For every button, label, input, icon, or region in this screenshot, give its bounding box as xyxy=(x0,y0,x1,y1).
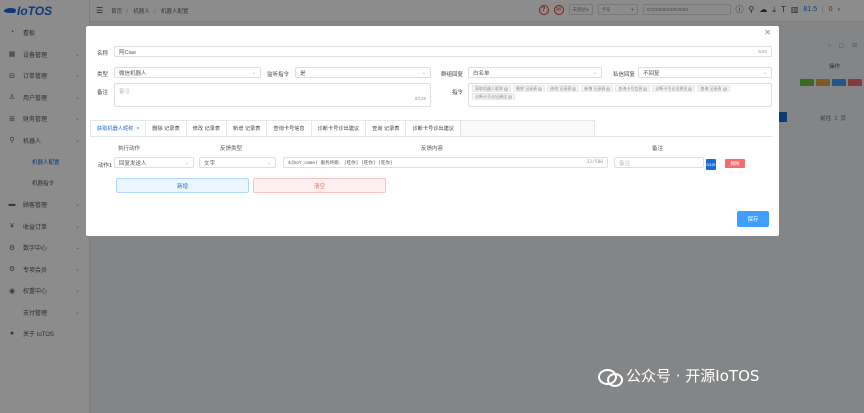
type-select[interactable]: 微信机器人 ⌄ xyxy=(114,67,261,78)
tag-close-icon[interactable]: × xyxy=(643,86,648,91)
type-label: 类型 xyxy=(96,72,108,78)
col-remark-header: 备注 xyxy=(652,146,664,152)
name-field[interactable]: 阿Ciao 5/20 xyxy=(114,46,772,57)
name-value: 阿Ciao xyxy=(119,49,136,56)
tag-close-icon[interactable]: × xyxy=(722,86,727,91)
tag-close-icon[interactable]: × xyxy=(504,86,508,91)
remark-label: 备注 xyxy=(96,90,108,96)
command-tag[interactable]: 诊断卡号诊出建议 × xyxy=(652,85,696,92)
group-reply-label: 群组回复 xyxy=(440,72,463,78)
action-tab[interactable]: 查询 记录表 xyxy=(366,121,407,136)
chevron-down-icon: ⌄ xyxy=(421,69,426,76)
col-reply-type-header: 反馈类型 xyxy=(220,146,243,152)
action-tabs: 获取机器人昵称 × 删除 记录表 修改 记录表 新增 记录表 查询卡号信息 诊断卡号诊出建议… xyxy=(90,120,595,136)
delete-action-button[interactable]: 删除 xyxy=(725,159,745,168)
command-label: 指令 xyxy=(451,90,463,96)
save-button[interactable]: 保存 xyxy=(737,211,769,227)
command-tag[interactable]: 删除 记录表 × xyxy=(513,85,546,92)
name-count: 5/20 xyxy=(758,49,767,54)
tag-close-icon[interactable]: × xyxy=(688,86,693,91)
close-icon[interactable]: ✕ xyxy=(764,28,771,37)
listen-label: 监听指令 xyxy=(266,72,289,78)
tag-close-icon[interactable]: × xyxy=(508,94,512,99)
col-reply-content-header: 反馈内容 xyxy=(421,146,444,152)
chevron-down-icon: ⌄ xyxy=(762,69,767,76)
wechat-icon xyxy=(598,367,623,387)
private-reply-select[interactable]: 不回复 ⌄ xyxy=(638,67,772,78)
col-exec-header: 执行动作 xyxy=(118,146,141,152)
remark-textarea[interactable]: 备注 0/125 xyxy=(114,83,431,107)
command-tag[interactable]: 查询 记录表 × xyxy=(697,85,730,92)
reply-type-select[interactable]: 文字 ⌄ xyxy=(199,157,276,168)
tag-close-icon[interactable]: × xyxy=(606,86,611,91)
group-reply-select[interactable]: 白名单 ⌄ xyxy=(468,67,602,78)
private-reply-label: 私信回复 xyxy=(612,72,635,78)
action-row-label: 动作1 xyxy=(97,163,112,169)
row-remark-count: 0/125 xyxy=(706,159,716,170)
robot-config-dialog: ✕ 名称 阿Ciao 5/20 类型 微信机器人 ⌄ 监听指令 是 ⌄ 群组回复 白… xyxy=(86,26,779,236)
row-remark-field[interactable]: 备注 xyxy=(614,157,704,168)
action-tab[interactable]: 修改 记录表 xyxy=(186,121,228,136)
wechat-watermark: 公众号 · 开源IoTOS xyxy=(598,365,760,387)
command-tag[interactable]: 新增 记录表 × xyxy=(581,85,614,92)
action-tab[interactable]: 删除 记录表 xyxy=(146,121,187,136)
tabs-divider xyxy=(90,136,773,137)
command-tag[interactable]: 修改 记录表 × xyxy=(547,85,580,92)
listen-select[interactable]: 是 ⌄ xyxy=(295,67,431,78)
action-tab[interactable]: 查询卡号信息 xyxy=(267,121,312,136)
add-action-button[interactable]: 新增 xyxy=(116,178,249,193)
exec-action-select[interactable]: 回复发送人 ⌄ xyxy=(114,157,194,168)
chevron-down-icon: ⌄ xyxy=(184,159,189,166)
command-tag[interactable]: 诊断卡号诊出建议 × xyxy=(472,93,515,100)
clear-actions-button[interactable]: 清空 xyxy=(253,178,386,193)
action-tab[interactable]: 诊断卡号诊出建议 xyxy=(311,121,367,136)
action-tab[interactable]: 新增 记录表 xyxy=(227,121,268,136)
reply-content-textarea[interactable]: ${bot_name} 服务终端: [旺你] [旺你] [旺你] 32/500 xyxy=(283,157,608,168)
watermark-text: 公众号 · 开源IoTOS xyxy=(626,367,760,385)
command-tag[interactable]: 查询卡号信息 × xyxy=(615,85,651,92)
tab-close-icon[interactable]: × xyxy=(136,126,139,132)
name-label: 名称 xyxy=(96,51,108,57)
action-tab[interactable]: 诊断卡号诊出建议 xyxy=(406,121,461,136)
chevron-down-icon: ⌄ xyxy=(251,69,256,76)
action-tab[interactable]: 获取机器人昵称 × xyxy=(91,121,147,136)
command-tag-select[interactable]: 获取机器人昵称 × 删除 记录表 × 修改 记录表 × 新增 记录表 × 查询卡号信息 × 诊断卡号… xyxy=(468,83,772,107)
tag-close-icon[interactable]: × xyxy=(538,86,543,91)
chevron-down-icon: ⌄ xyxy=(266,159,271,166)
tag-close-icon[interactable]: × xyxy=(572,86,577,91)
command-tag[interactable]: 获取机器人昵称 × xyxy=(472,85,511,92)
chevron-down-icon: ⌄ xyxy=(592,69,597,76)
